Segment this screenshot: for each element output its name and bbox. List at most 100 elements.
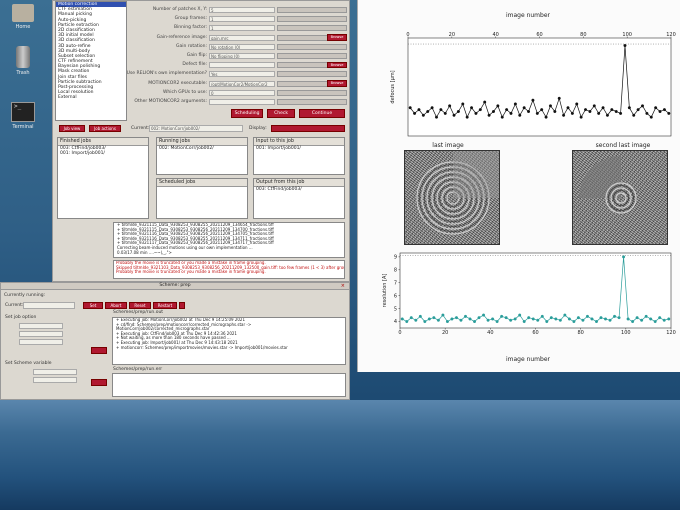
list-item[interactable]: 001: Import/job001/ <box>58 151 148 156</box>
scheme-extra-button[interactable] <box>179 302 185 309</box>
scheme-stdout-log[interactable]: + Executing job: MotionCorr/job002 at Th… <box>112 317 346 365</box>
output-jobs-header: Output from this job <box>254 179 344 187</box>
data-point <box>405 320 409 324</box>
x-tick-label: 80 <box>580 32 586 38</box>
job-type-item[interactable]: External <box>56 95 126 100</box>
scheme-current-field[interactable] <box>23 302 75 309</box>
data-point <box>448 104 452 108</box>
scheme-variable-field-2[interactable] <box>33 377 77 383</box>
list-item[interactable]: 003: CtfFind/job003/ <box>254 187 344 192</box>
scheme-variable-field-1[interactable] <box>33 369 77 375</box>
data-point <box>463 314 467 318</box>
browse-button[interactable]: Browse <box>327 34 347 41</box>
param-slider[interactable] <box>277 7 347 13</box>
job-option-field-2[interactable] <box>19 331 63 337</box>
desktop-icon-label: Home <box>15 24 31 30</box>
data-point <box>558 318 562 322</box>
data-point <box>408 106 412 110</box>
scheduled-jobs-header: Scheduled jobs <box>157 179 247 187</box>
current-job-field[interactable]: 002: MotionCorr/job002/ <box>149 125 243 132</box>
x-tick-label: 100 <box>622 32 632 38</box>
scheme-abort-button[interactable]: Abort <box>105 302 127 309</box>
param-input[interactable]: No rotation (0) <box>209 43 275 50</box>
scheduling-button[interactable]: Scheduling <box>231 109 263 118</box>
job-option-field-1[interactable] <box>19 323 63 329</box>
job-actions-button[interactable]: Job actions <box>89 125 121 132</box>
set-job-option-button[interactable] <box>91 347 107 354</box>
data-point <box>544 115 548 119</box>
param-slider[interactable] <box>277 53 347 59</box>
data-point <box>635 316 639 320</box>
param-label-text: Binning factor: <box>173 25 207 31</box>
data-point <box>477 316 481 320</box>
data-point <box>461 102 465 106</box>
running-jobs-panel[interactable]: Running jobs 002: MotionCorr/job002/ <box>156 137 248 175</box>
output-jobs-panel[interactable]: Output from this job 003: CtfFind/job003… <box>253 178 345 219</box>
data-point <box>500 115 504 119</box>
param-input[interactable]: 1 <box>209 25 275 32</box>
data-point <box>576 316 580 320</box>
desktop-icon-trash[interactable]: Trash <box>6 46 40 76</box>
job-view-button[interactable]: Job view <box>59 125 85 132</box>
desktop-icon-home[interactable]: Home <box>6 4 40 30</box>
scheme-restart-button[interactable]: Restart <box>153 302 177 309</box>
data-point <box>604 317 608 321</box>
param-input[interactable]: 5 <box>209 7 275 13</box>
scheduled-jobs-panel[interactable]: Scheduled jobs <box>156 178 248 219</box>
x-tick-label: 120 <box>666 32 676 38</box>
param-input[interactable]: No flipping (0) <box>209 53 275 59</box>
finished-jobs-header: Finished jobs <box>58 138 148 146</box>
set-scheme-variable-label: Set Scheme variable <box>5 361 52 366</box>
y-tick-label: 6 <box>394 293 397 299</box>
data-point <box>594 320 598 324</box>
data-point <box>649 317 653 321</box>
display-dropdown[interactable] <box>271 125 345 132</box>
data-point <box>522 106 526 110</box>
data-point <box>465 115 469 119</box>
continue-button[interactable]: Continue <box>299 109 345 118</box>
data-point <box>584 108 588 112</box>
input-jobs-panel[interactable]: Input to this job 001: Import/job001/ <box>253 137 345 175</box>
browse-button[interactable]: Browse <box>327 61 347 69</box>
param-input[interactable]: Yes <box>209 71 275 78</box>
param-input[interactable] <box>209 62 275 69</box>
param-slider[interactable] <box>277 43 347 50</box>
job-stderr-log[interactable]: Probably the movie is truncated or you m… <box>113 260 345 279</box>
check-button[interactable]: Check <box>267 109 295 118</box>
scheme-set-button[interactable]: Set <box>83 302 103 309</box>
close-icon[interactable]: × <box>341 283 345 289</box>
param-input[interactable]: 1 <box>209 16 275 23</box>
browse-button[interactable]: Browse <box>327 80 347 87</box>
scheme-titlebar[interactable]: Scheme: prep × <box>1 283 349 290</box>
finished-jobs-panel[interactable]: Finished jobs 003: CtfFind/job003/ 001: … <box>57 137 149 219</box>
x-tick-label: 0 <box>406 32 409 38</box>
param-input[interactable]: /opt/MotionCor2/MotionCor2 <box>209 80 275 87</box>
param-slider[interactable] <box>277 16 347 23</box>
data-point <box>575 102 579 106</box>
param-slider[interactable] <box>277 89 347 96</box>
log-line: 0.03/17.08 min ....~~(,_,"> <box>117 249 172 255</box>
param-input[interactable]: gain.mrc <box>209 34 275 41</box>
scheme-stderr-log[interactable] <box>112 373 346 397</box>
thon-rings-pattern <box>416 151 499 235</box>
param-input[interactable] <box>209 99 275 105</box>
param-input[interactable]: 0 <box>209 89 275 96</box>
data-point <box>614 109 618 113</box>
home-folder-icon <box>12 4 34 22</box>
param-label: Gain rotation: <box>127 44 207 50</box>
param-slider[interactable] <box>277 71 347 78</box>
desktop-icon-label: Terminal <box>12 124 34 130</box>
scheme-reset-button[interactable]: Reset <box>129 302 151 309</box>
param-slider[interactable] <box>277 25 347 32</box>
list-item[interactable]: 001: Import/job001/ <box>254 146 344 151</box>
param-slider[interactable] <box>277 99 347 105</box>
set-scheme-variable-button[interactable] <box>91 379 107 386</box>
job-type-list[interactable]: Motion correction CTF estimation Manual pi… <box>55 1 127 121</box>
desktop-icon-terminal[interactable]: >_ Terminal <box>6 102 40 130</box>
data-point <box>554 317 558 321</box>
data-point <box>452 113 456 117</box>
job-stdout-log[interactable]: + tiltmlde_9321115_Data_9308253_9308255_… <box>113 222 345 258</box>
list-item[interactable]: 002: MotionCorr/job002/ <box>157 146 247 151</box>
data-point <box>658 316 662 320</box>
job-option-field-3[interactable] <box>19 339 63 345</box>
